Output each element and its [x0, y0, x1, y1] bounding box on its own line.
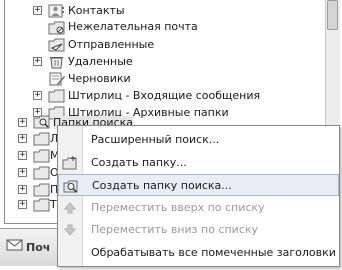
menu-item-advanced-search[interactable]: Расширенный поиск...	[58, 129, 339, 151]
drafts-folder-icon	[49, 72, 65, 86]
menu-item-new-search-folder[interactable]: Создать папку поиска...	[58, 174, 339, 196]
folder-icon	[33, 183, 50, 197]
menu-item-process-marked-headers[interactable]: Обрабатывать все помеченные заголовки	[58, 242, 339, 264]
folder-label: Удаленные	[68, 55, 133, 68]
expand-plus-icon[interactable]: +	[33, 57, 42, 66]
expand-plus-icon[interactable]: +	[18, 151, 27, 160]
expand-plus-icon[interactable]: +	[18, 118, 27, 127]
folder-icon	[33, 132, 50, 146]
junk-mail-folder-icon	[48, 21, 65, 35]
expand-plus-icon[interactable]: +	[18, 200, 27, 209]
expand-plus-icon[interactable]: +	[18, 185, 27, 194]
folder-label: Штирлиц - Входящие сообщения	[68, 89, 261, 102]
expand-plus-icon[interactable]: +	[18, 168, 27, 177]
search-folders-icon	[33, 115, 50, 129]
menu-item-label: Создать папку поиска...	[92, 179, 232, 192]
folder-icon	[33, 166, 50, 180]
menu-item-label: Переместить вверх по списку	[91, 201, 265, 214]
menu-item-label: Переместить вниз по списку	[91, 223, 259, 236]
folder-label: Т	[50, 198, 57, 211]
menu-item-move-up[interactable]: Переместить вверх по списку	[58, 197, 339, 219]
expand-plus-icon[interactable]: +	[33, 6, 42, 15]
deleted-items-folder-icon	[50, 57, 63, 69]
scrollbar-thumb[interactable]	[327, 0, 338, 30]
folder-icon	[33, 198, 50, 212]
expand-plus-icon[interactable]: +	[18, 134, 27, 143]
menu-item-move-down[interactable]: Переместить вниз по списку	[58, 219, 339, 241]
move-down-icon	[63, 224, 77, 236]
menu-item-label: Расширенный поиск...	[91, 133, 220, 146]
contacts-folder-icon	[48, 4, 64, 18]
new-folder-icon	[62, 156, 77, 170]
folder-icon	[33, 149, 50, 163]
sent-items-folder-icon	[48, 38, 65, 52]
folder-icon	[48, 89, 65, 103]
mail-shortcut-label: Поч	[26, 241, 51, 254]
folder-label: Контакты	[68, 4, 125, 17]
folder-label: Отправленные	[68, 38, 155, 51]
mail-icon	[6, 239, 23, 251]
folder-label: Нежелательная почта	[68, 20, 198, 33]
new-search-folder-icon	[63, 180, 78, 193]
move-up-icon	[63, 202, 77, 214]
menu-item-label: Обрабатывать все помеченные заголовки	[91, 246, 336, 259]
folder-label: Черновики	[68, 72, 131, 85]
expand-plus-icon[interactable]: +	[33, 91, 42, 100]
menu-item-new-folder[interactable]: Создать папку...	[58, 152, 339, 174]
menu-item-label: Создать папку...	[91, 156, 187, 169]
